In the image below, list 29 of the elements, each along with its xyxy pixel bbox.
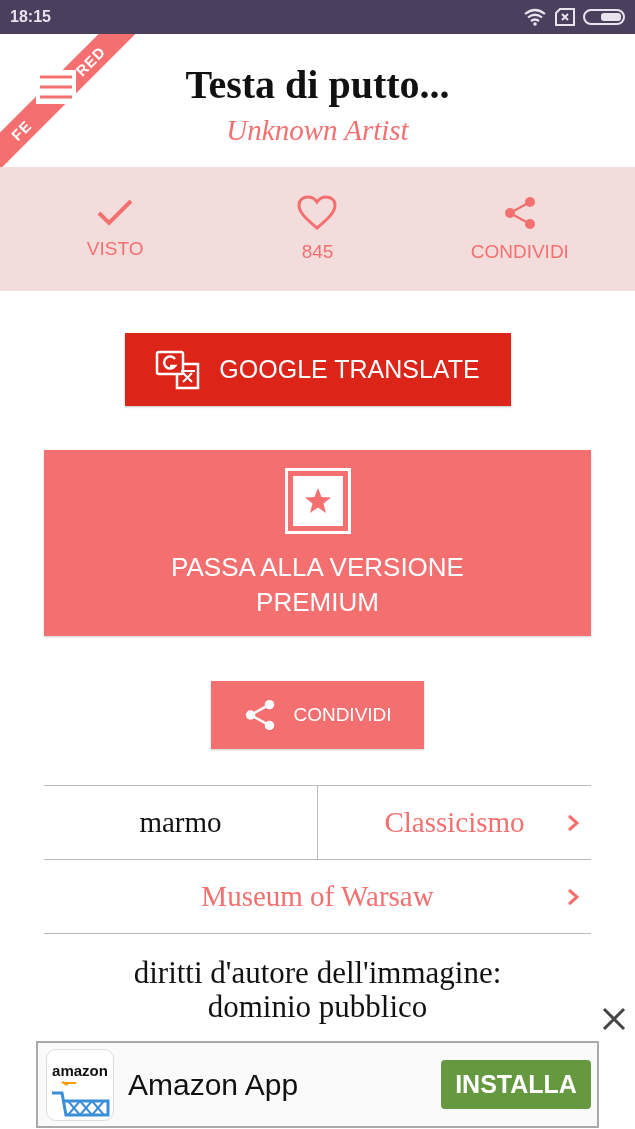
install-button[interactable]: INSTALLA — [441, 1060, 591, 1109]
action-button[interactable]: 845 — [216, 189, 419, 269]
check-icon — [96, 198, 135, 228]
action-button[interactable]: CONDIVIDI — [418, 189, 621, 269]
copyright-text: diritti d'autore dell'immagine: dominio pubblico — [132, 956, 503, 1024]
artist-name[interactable]: Unknown Artist — [226, 114, 409, 147]
close-icon — [602, 1007, 626, 1031]
translate-icon — [155, 349, 202, 390]
menu-icon — [39, 75, 73, 99]
sim-icon — [555, 8, 575, 26]
detail-text: marmo — [139, 806, 222, 839]
chevron-icon — [567, 814, 579, 832]
premium-button[interactable]: PASSA ALLA VERSIONE PREMIUM — [44, 450, 591, 636]
action-button[interactable]: VISTO — [14, 192, 217, 266]
wifi-icon — [523, 8, 547, 26]
ad-banner[interactable]: amazon Amazon App INSTALLA — [36, 1041, 599, 1128]
battery-icon — [583, 8, 625, 26]
cart-drawing — [50, 1078, 110, 1119]
artwork-title: Testa di putto... — [185, 62, 450, 108]
status-time: 18:15 — [10, 8, 51, 26]
share-button[interactable]: CONDIVIDI — [211, 681, 424, 749]
detail-link[interactable]: Museum of Warsaw — [201, 880, 434, 913]
ribbon-text: FE — [7, 116, 35, 144]
detail-link[interactable]: Classicismo — [384, 806, 525, 839]
chevron-icon — [567, 888, 579, 906]
logo-text: amazon — [52, 1061, 108, 1079]
translate-button[interactable]: GOOGLE TRANSLATE — [124, 333, 511, 406]
heart-icon — [297, 195, 338, 231]
app-name: Amazon App — [128, 1067, 300, 1102]
